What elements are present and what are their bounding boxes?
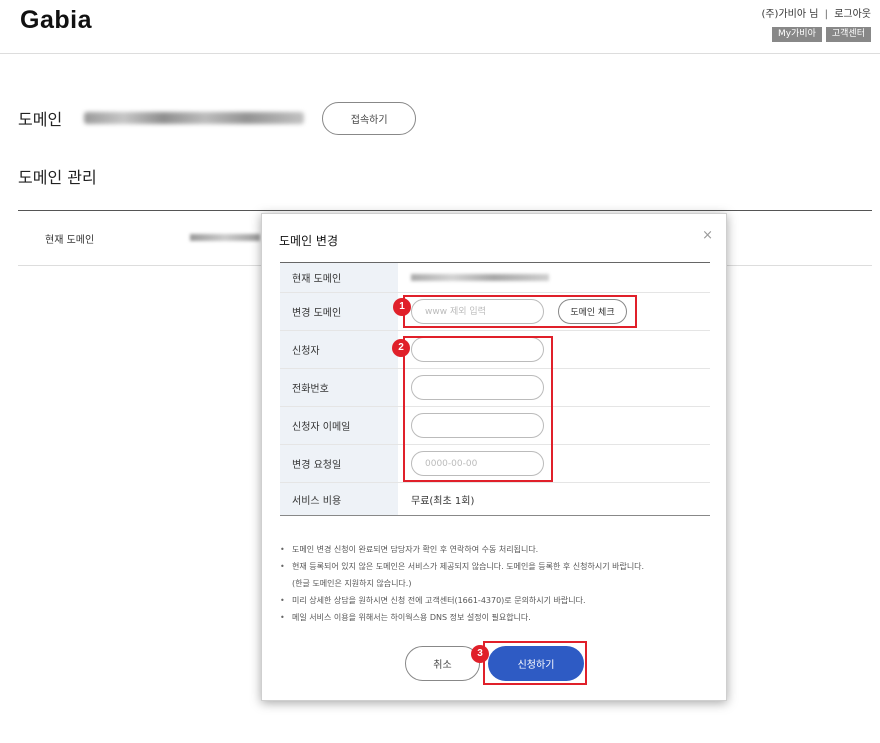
notice-item: 현재 등록되어 있지 않은 도메인은 서비스가 제공되지 않습니다. 도메인을 …: [280, 558, 710, 592]
notice-item: 도메인 변경 신청이 완료되면 담당자가 확인 후 연락하여 수동 처리됩니다.: [280, 541, 710, 558]
form-label: 신청자 이메일: [280, 407, 398, 444]
notice-text: 미리 상세한 상담을 원하시면 신청 전에 고객센터(1661-4370)로 문…: [292, 596, 586, 605]
notice-item: 미리 상세한 상담을 원하시면 신청 전에 고객센터(1661-4370)로 문…: [280, 592, 710, 609]
form-label: 신청자: [280, 331, 398, 368]
notice-subtext: (한글 도메인은 지원하지 않습니다.): [292, 579, 412, 588]
form-label: 변경 도메인: [280, 293, 398, 330]
annotation-box-3: [483, 641, 587, 685]
form-label: 전화번호: [280, 369, 398, 406]
fee-value: 무료(최초 1회): [411, 495, 475, 507]
annotation-badge-1: 1: [393, 298, 411, 316]
cancel-button[interactable]: 취소: [405, 646, 480, 681]
close-icon[interactable]: ×: [702, 228, 713, 243]
form-row-current-domain: 현재 도메인: [280, 263, 710, 293]
form-label: 현재 도메인: [280, 263, 398, 292]
notice-list: 도메인 변경 신청이 완료되면 담당자가 확인 후 연락하여 수동 처리됩니다.…: [280, 541, 710, 626]
annotation-box-1: [403, 295, 637, 328]
notice-text: 메일 서비스 이용을 위해서는 하이웍스용 DNS 정보 설정이 필요합니다.: [292, 613, 531, 622]
form-row-fee: 서비스 비용 무료(최초 1회): [280, 483, 710, 516]
form-label: 변경 요청일: [280, 445, 398, 482]
annotation-badge-3: 3: [471, 645, 489, 663]
annotation-badge-2: 2: [392, 339, 410, 357]
notice-text: 현재 등록되어 있지 않은 도메인은 서비스가 제공되지 않습니다. 도메인을 …: [292, 562, 645, 571]
modal-title: 도메인 변경: [279, 234, 339, 248]
form-label: 서비스 비용: [280, 483, 398, 515]
annotation-box-2: [403, 336, 553, 482]
notice-text: 도메인 변경 신청이 완료되면 담당자가 확인 후 연락하여 수동 처리됩니다.: [292, 545, 539, 554]
current-domain-value-redacted: [411, 274, 549, 281]
form-value: [398, 263, 710, 292]
notice-item: 메일 서비스 이용을 위해서는 하이웍스용 DNS 정보 설정이 필요합니다.: [280, 609, 710, 626]
